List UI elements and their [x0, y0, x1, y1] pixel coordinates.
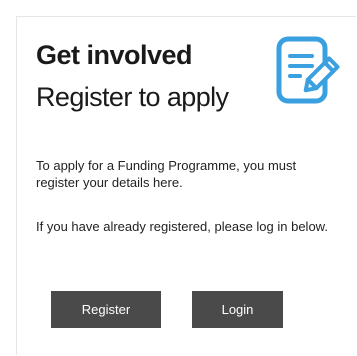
- register-instructions: To apply for a Funding Programme, you mu…: [36, 158, 297, 190]
- login-button[interactable]: Login: [192, 291, 283, 328]
- register-button[interactable]: Register: [51, 291, 161, 328]
- login-instructions: If you have already registered, please l…: [36, 219, 328, 234]
- form-edit-icon: [276, 36, 340, 104]
- card-title: Get involved: [36, 40, 193, 70]
- card-subtitle: Register to apply: [36, 82, 229, 112]
